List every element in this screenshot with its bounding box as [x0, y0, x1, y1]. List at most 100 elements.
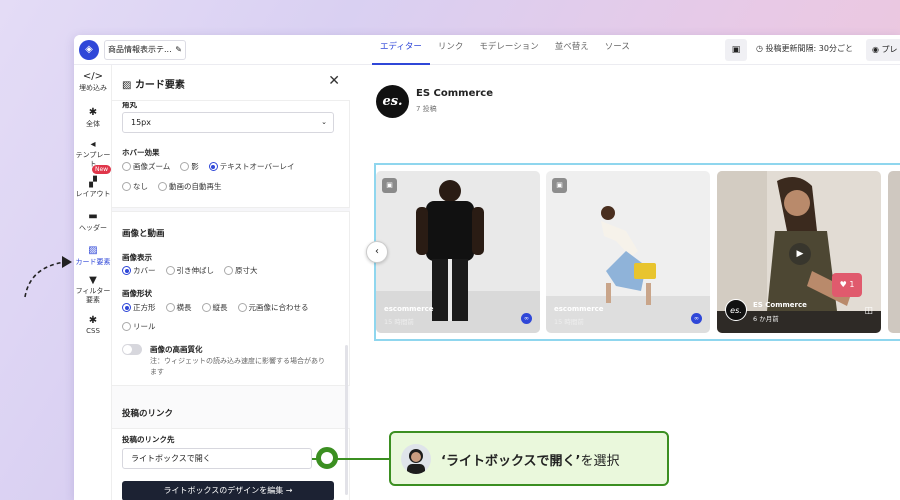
sidebar-item-label: レイアウト	[75, 190, 111, 198]
new-badge: New	[92, 165, 112, 174]
avatar	[401, 444, 431, 474]
callout-dot	[316, 447, 338, 469]
tab-editor[interactable]: エディター	[372, 35, 430, 65]
card-author: escommerce	[554, 305, 604, 313]
image-shape-options-row2: リール	[122, 321, 162, 332]
close-icon[interactable]: ✕	[328, 73, 340, 89]
sidebar-item-layout[interactable]: ▞ レイアウト	[74, 177, 112, 199]
tab-moderation[interactable]: モデレーション	[471, 35, 546, 65]
chevron-down-icon: ⌄	[321, 118, 327, 126]
sidebar-item-label: 全体	[86, 120, 100, 128]
gear-icon: ✱	[88, 315, 98, 326]
widget-name-field[interactable]: 商品情報表示テ... ✎	[104, 40, 186, 60]
card-time: 15 時間前	[384, 318, 414, 326]
link-target-select[interactable]: ライトボックスで開く	[122, 448, 312, 469]
sidebar-item-label: ヘッダー	[79, 224, 107, 232]
template-icon: ◂	[90, 139, 96, 150]
tab-sort[interactable]: 並べ替え	[547, 35, 597, 65]
sidebar-item-label: カード要素	[75, 258, 111, 266]
tab-link[interactable]: リンク	[430, 35, 472, 65]
eye-icon: ◉	[872, 45, 882, 54]
refresh-interval-label: 投稿更新間隔: 30分ごと	[765, 44, 853, 53]
save-button[interactable]: ▣	[725, 39, 747, 61]
sidebar-item-header[interactable]: ▬ ヘッダー	[74, 211, 112, 233]
corner-radius-select[interactable]: 15px ⌄	[122, 112, 334, 133]
app-logo-icon[interactable]: ◈	[79, 40, 99, 60]
hq-image-note: 注：ウィジェットの読み込み速度に影響する場合があります	[150, 357, 325, 376]
image-icon: ▨	[122, 80, 135, 91]
pencil-icon[interactable]: ✎	[175, 41, 182, 59]
shape-option-portrait[interactable]: 縦長	[201, 302, 228, 313]
shape-option-original[interactable]: 元画像に合わせる	[237, 302, 309, 313]
layout-icon: ▞	[89, 177, 97, 188]
link-target-label: 投稿のリンク先	[122, 435, 175, 444]
panel-scrollbar[interactable]	[345, 345, 348, 495]
image-display-label: 画像表示	[122, 253, 152, 262]
display-option-stretch[interactable]: 引き伸ばし	[165, 265, 215, 276]
hover-option-autoplay[interactable]: 動画の自動再生	[158, 181, 222, 192]
sidebar-item-general[interactable]: ✱ 全体	[74, 107, 112, 129]
hover-option-none[interactable]: なし	[122, 181, 148, 192]
gear-icon: ✱	[88, 107, 98, 118]
sidebar-item-embed[interactable]: </> 埋め込み	[74, 71, 112, 93]
shape-option-landscape[interactable]: 横長	[165, 302, 192, 313]
shape-option-reel[interactable]: リール	[122, 321, 156, 332]
like-badge: ♥ 1	[832, 273, 862, 297]
brand-avatar: es.	[725, 299, 747, 321]
option-label: リール	[133, 322, 156, 331]
sidebar-item-label: 埋め込み	[79, 84, 107, 92]
sidebar-item-label: フィルター要素	[75, 287, 111, 304]
link-target-value: ライトボックスで開く	[131, 454, 211, 463]
pointer-arrow-icon	[24, 256, 72, 298]
shopping-bag-icon: ▣	[552, 178, 567, 193]
card-author: escommerce	[384, 305, 434, 313]
avatar-image	[407, 449, 425, 474]
top-bar: ◈ 商品情報表示テ... ✎ エディター リンク モデレーション 並べ替え ソー…	[74, 35, 900, 65]
hover-option-text-overlay[interactable]: テキストオーバーレイ	[208, 161, 294, 172]
sidebar-item-css[interactable]: ✱ CSS	[74, 315, 112, 335]
play-icon[interactable]: ▶	[789, 243, 811, 265]
image-shape-options: 正方形 横長 縦長 元画像に合わせる	[122, 302, 315, 313]
instagram-icon: ◫	[864, 306, 873, 316]
option-label: 原寸大	[235, 266, 258, 275]
image-shape-label: 画像形状	[122, 289, 152, 298]
image-display-options: カバー 引き伸ばし 原寸大	[122, 265, 264, 276]
post-card[interactable]: ▣ escommerce 15 時間前 ∞	[376, 171, 540, 333]
display-option-original[interactable]: 原寸大	[224, 265, 258, 276]
post-card[interactable]: ▣ escommerce 15 時間前 ∞	[546, 171, 710, 333]
link-icon: ∞	[691, 313, 702, 324]
refresh-interval[interactable]: ◷ 投稿更新間隔: 30分ごと	[756, 35, 853, 63]
link-icon: ∞	[521, 313, 532, 324]
edit-lightbox-design-button[interactable]: ライトボックスのデザインを編集 →	[122, 481, 334, 500]
card-author: ES Commerce	[753, 301, 807, 309]
heart-icon: ♥	[839, 280, 850, 289]
corner-radius-value: 15px	[131, 118, 151, 127]
hq-image-toggle[interactable]	[122, 344, 142, 355]
callout-suffix: を選択	[580, 454, 620, 469]
hover-option-zoom[interactable]: 画像ズーム	[122, 161, 170, 172]
post-count: 7 投稿	[416, 105, 437, 113]
carousel-prev-button[interactable]: ‹	[366, 241, 388, 263]
brand-name: ES Commerce	[416, 88, 493, 99]
sidebar-item-label: CSS	[86, 327, 100, 335]
hover-option-shadow[interactable]: 影	[180, 161, 199, 172]
panel-header: ▨ カード要素 ✕	[112, 65, 350, 101]
preview-button-label: プレ	[881, 45, 898, 54]
panel-title-text: カード要素	[134, 80, 185, 91]
option-label: 縦長	[212, 303, 228, 312]
option-label: 引き伸ばし	[176, 266, 215, 275]
post-carousel: ▣ escommerce 15 時間前 ∞ ▣ escommerce 15 時間…	[374, 163, 900, 341]
shape-option-square[interactable]: 正方形	[122, 302, 156, 313]
display-option-cover[interactable]: カバー	[122, 265, 156, 276]
option-label: 画像ズーム	[133, 162, 171, 171]
post-card[interactable]: ▶ ♥ 1 es. ES Commerce 6 か月前 ◫	[717, 171, 881, 333]
shopping-bag-icon: ▣	[382, 178, 397, 193]
brand-logo: es.	[376, 85, 409, 118]
preview-button[interactable]: ◉ プレ	[866, 39, 900, 61]
tab-source[interactable]: ソース	[597, 35, 638, 65]
hover-effect-options-row2: なし 動画の自動再生	[122, 181, 228, 192]
like-count: 1	[849, 280, 855, 289]
post-card[interactable]	[888, 171, 900, 333]
editor-tabs: エディター リンク モデレーション 並べ替え ソース	[372, 35, 638, 65]
option-label: カバー	[133, 266, 156, 275]
